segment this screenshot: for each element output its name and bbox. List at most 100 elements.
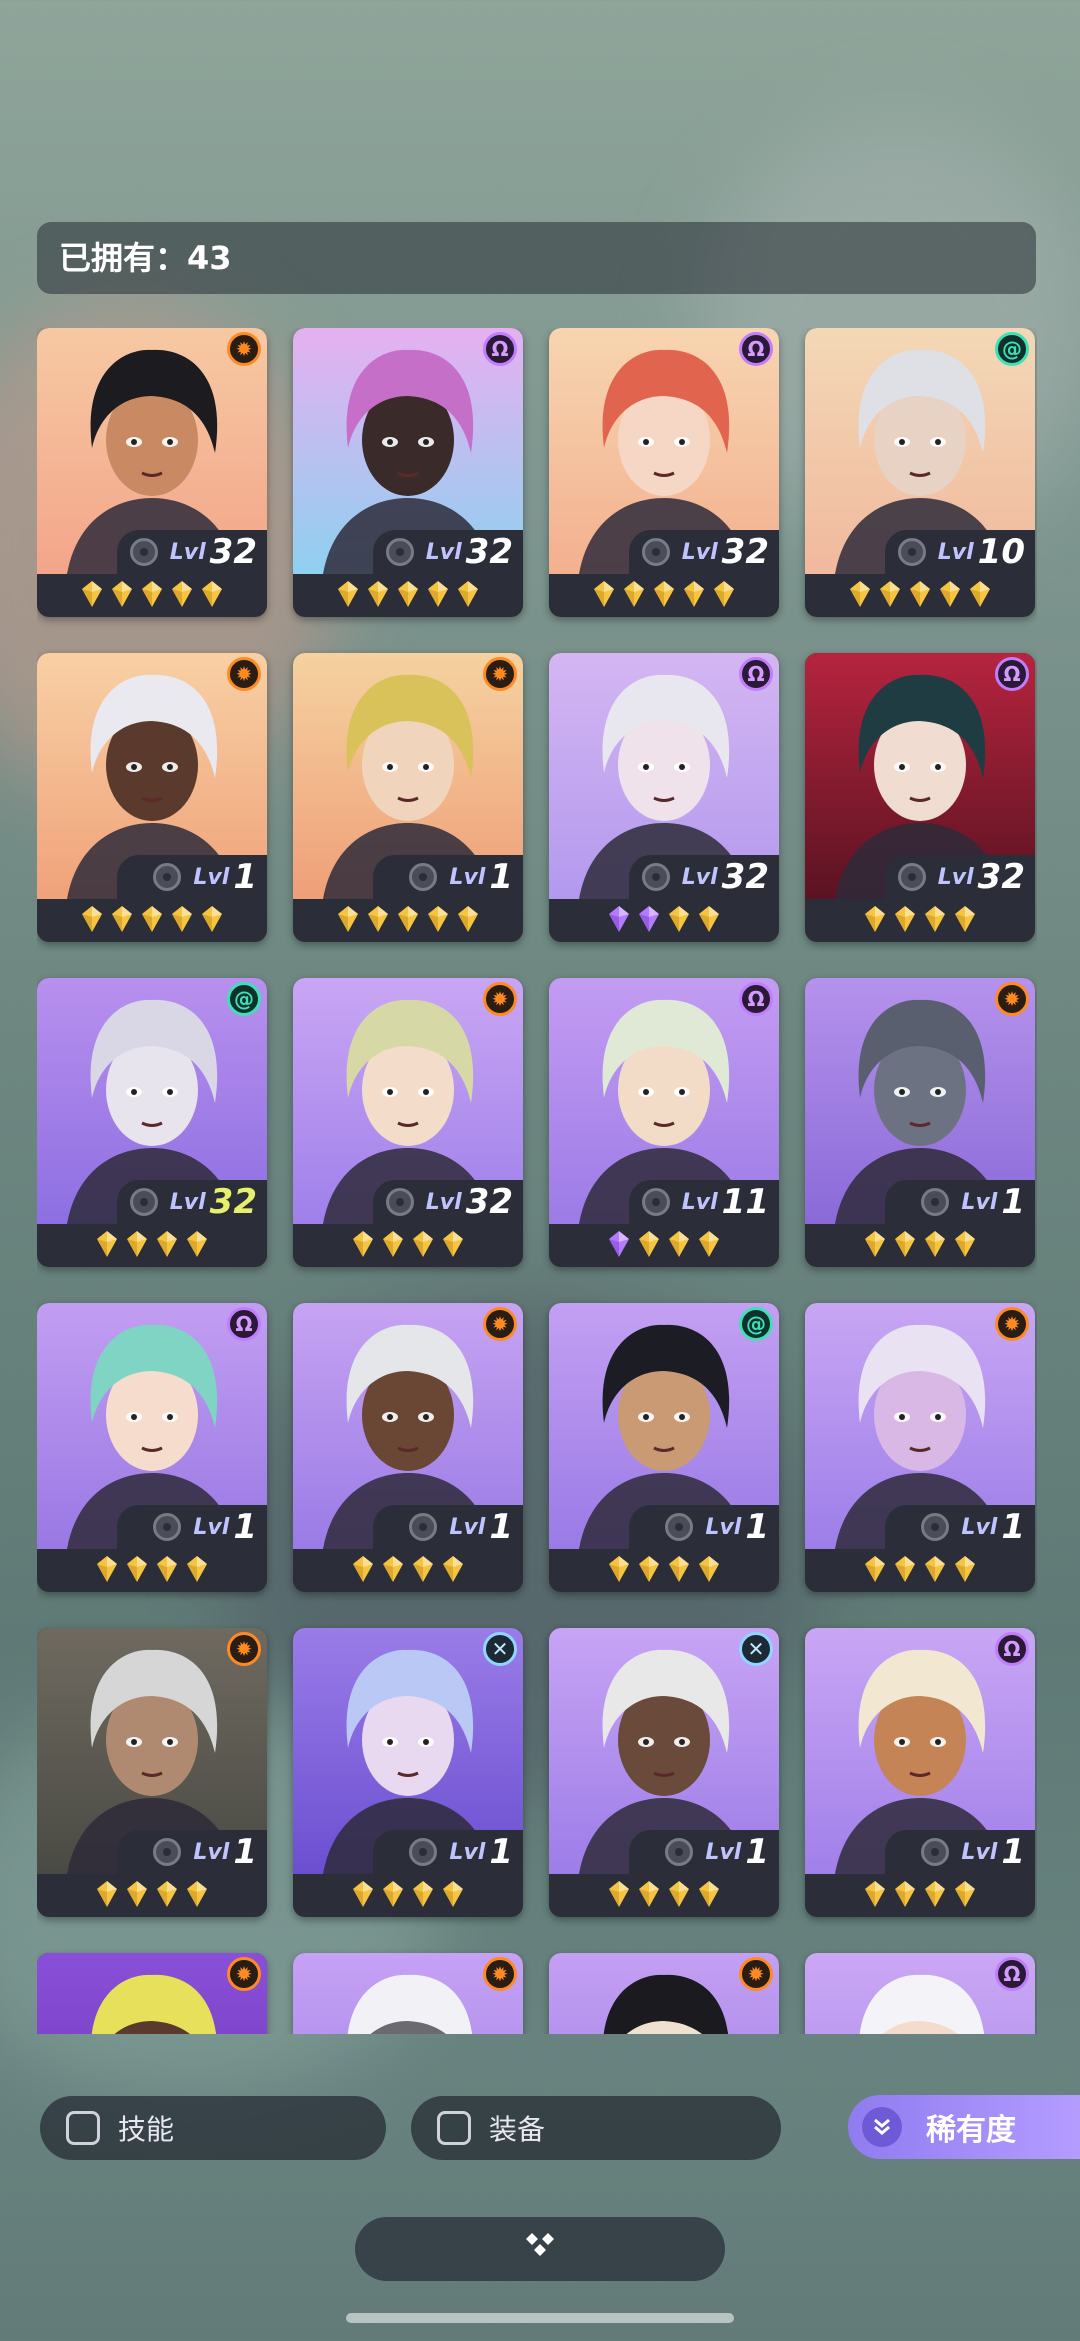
hero-level: 32 [465, 532, 513, 572]
hero-card[interactable]: ✹ [37, 1953, 267, 2034]
level-tab: Lvl 32 [117, 1180, 267, 1224]
gem-star-icon [714, 581, 734, 607]
gem-star-icon [699, 1556, 719, 1582]
gear-icon [897, 538, 926, 566]
star-rating [549, 580, 779, 610]
bottom-shade [0, 2040, 1080, 2341]
level-prefix: Lvl [193, 864, 230, 890]
gem-star-icon [925, 906, 945, 932]
gem-star-icon [413, 1231, 433, 1257]
hero-card[interactable]: Ω Lvl 32 [549, 328, 779, 617]
spiral-faction-icon: @ [995, 332, 1029, 366]
hero-level: 32 [209, 1182, 257, 1222]
gem-star-icon [955, 1881, 975, 1907]
equipment-filter-label: 装备 [489, 2113, 546, 2146]
hero-card[interactable]: Ω Lvl 1 [37, 1303, 267, 1592]
gem-star-icon [428, 581, 448, 607]
gem-star-icon [157, 1556, 177, 1582]
hero-level: 1 [233, 857, 257, 897]
gem-star-icon [142, 906, 162, 932]
gem-star-icon [127, 1881, 147, 1907]
gem-star-icon [669, 1231, 689, 1257]
hero-card[interactable]: ✕ Lvl 1 [549, 1628, 779, 1917]
rarity-sort-button[interactable]: 稀有度 [848, 2095, 1080, 2159]
gear-icon [921, 1838, 950, 1866]
skill-filter-toggle[interactable]: 技能 [40, 2096, 386, 2160]
gem-star-icon [880, 581, 900, 607]
omega-faction-icon: Ω [483, 332, 517, 366]
hero-card[interactable]: ✹ Lvl 1 [293, 1303, 523, 1592]
collapse-bar[interactable] [355, 2217, 725, 2281]
hero-card[interactable]: ✹ Lvl 1 [293, 653, 523, 942]
hero-card[interactable]: Ω Lvl 32 [293, 328, 523, 617]
hero-card[interactable]: ✹ Lvl 32 [293, 978, 523, 1267]
omega-faction-icon: Ω [995, 657, 1029, 691]
gem-star-icon [865, 906, 885, 932]
hero-card[interactable]: @ Lvl 1 [549, 1303, 779, 1592]
gem-star-icon [955, 906, 975, 932]
gem-star-icon [940, 581, 960, 607]
hero-card[interactable]: Ω Lvl 32 [805, 653, 1035, 942]
gem-star-icon [202, 581, 222, 607]
hero-card[interactable]: ✹ [293, 1953, 523, 2034]
gem-star-icon [639, 906, 659, 932]
gem-star-icon [187, 1881, 207, 1907]
gem-star-icon [850, 581, 870, 607]
star-rating [805, 1555, 1035, 1585]
hero-card[interactable]: ✹ Lvl 1 [805, 1303, 1035, 1592]
gem-star-icon [895, 906, 915, 932]
gem-star-icon [82, 581, 102, 607]
star-rating [293, 905, 523, 935]
gear-icon [385, 1188, 414, 1216]
gem-star-icon [458, 906, 478, 932]
level-tab: Lvl 1 [117, 1505, 267, 1549]
gem-star-icon [669, 1881, 689, 1907]
gem-star-icon [112, 581, 132, 607]
diamond-cluster-icon[interactable] [520, 2230, 560, 2268]
hero-card[interactable]: Ω Lvl 1 [805, 1628, 1035, 1917]
hero-card[interactable]: ✹ [549, 1953, 779, 2034]
gem-star-icon [955, 1231, 975, 1257]
hero-level: 1 [233, 1832, 257, 1872]
gem-star-icon [97, 1881, 117, 1907]
gem-star-icon [609, 906, 629, 932]
hero-card[interactable]: ✹ Lvl 1 [805, 978, 1035, 1267]
hero-card[interactable]: @ Lvl 10 [805, 328, 1035, 617]
sun-faction-icon: ✹ [483, 982, 517, 1016]
hero-level: 1 [233, 1507, 257, 1547]
hero-card[interactable]: Ω Lvl 11 [549, 978, 779, 1267]
gem-star-icon [654, 581, 674, 607]
sun-faction-icon: ✹ [995, 1307, 1029, 1341]
gem-star-icon [82, 906, 102, 932]
level-prefix: Lvl [449, 864, 486, 890]
star-rating [805, 905, 1035, 935]
hero-grid[interactable]: ✹ Lvl 32 Ω Lvl 32 Ω Lvl 32 @ Lvl 10 ✹ Lv… [37, 328, 1037, 2034]
hero-card[interactable]: ✕ Lvl 1 [293, 1628, 523, 1917]
gem-star-icon [669, 1556, 689, 1582]
gem-star-icon [925, 1556, 945, 1582]
gear-icon [153, 1513, 182, 1541]
hero-level: 11 [721, 1182, 769, 1222]
gem-star-icon [127, 1231, 147, 1257]
hero-card[interactable]: ✹ Lvl 1 [37, 1628, 267, 1917]
gem-star-icon [172, 906, 192, 932]
gem-star-icon [699, 1231, 719, 1257]
gem-star-icon [639, 1231, 659, 1257]
gear-icon [153, 1838, 182, 1866]
hero-card[interactable]: ✹ Lvl 32 [37, 328, 267, 617]
gear-icon [921, 1513, 950, 1541]
hero-card[interactable]: Ω [805, 1953, 1035, 2034]
gem-star-icon [338, 906, 358, 932]
hero-card[interactable]: Ω Lvl 32 [549, 653, 779, 942]
gem-star-icon [97, 1556, 117, 1582]
level-tab: Lvl 1 [629, 1505, 779, 1549]
gem-star-icon [609, 1556, 629, 1582]
equipment-filter-toggle[interactable]: 装备 [411, 2096, 781, 2160]
level-prefix: Lvl [425, 1189, 462, 1215]
star-rating [37, 580, 267, 610]
hero-card[interactable]: ✹ Lvl 1 [37, 653, 267, 942]
equipment-checkbox[interactable] [437, 2111, 471, 2145]
hero-card[interactable]: @ Lvl 32 [37, 978, 267, 1267]
level-tab: Lvl 32 [373, 1180, 523, 1224]
skill-checkbox[interactable] [66, 2111, 100, 2145]
